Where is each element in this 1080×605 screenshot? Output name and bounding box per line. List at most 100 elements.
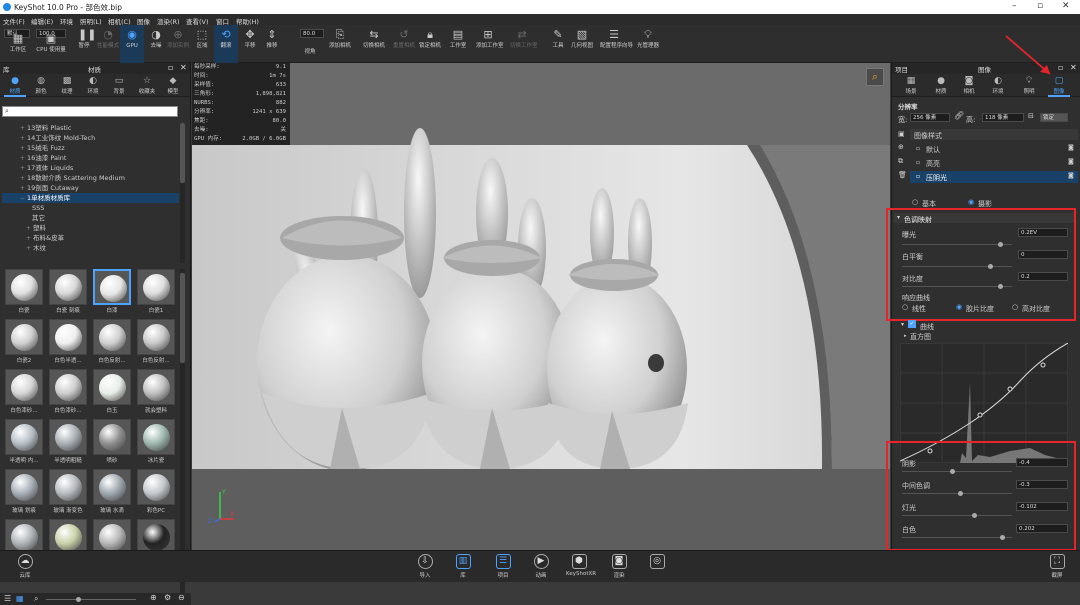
menu-image[interactable]: 图像	[137, 16, 150, 26]
material-thumbnail[interactable]: 白色反射...	[92, 319, 132, 365]
contrast-slider[interactable]	[902, 284, 1012, 289]
high-contrast-radio[interactable]: ○	[1012, 303, 1018, 311]
width-input[interactable]: 256 像素	[910, 113, 950, 122]
menu-camera[interactable]: 相机(C)	[108, 16, 131, 26]
style-item-highlight[interactable]: ▫ 高亮 ◙	[910, 157, 1078, 168]
pan-button[interactable]: ✥ 平移	[238, 25, 262, 63]
tree-item[interactable]: +17液体 Liquids	[2, 163, 179, 173]
basic-radio[interactable]: ○	[912, 198, 918, 206]
tab-material[interactable]: ● 材质	[930, 76, 952, 95]
tree-item[interactable]: +16油漆 Paint	[2, 153, 179, 163]
shadows-input[interactable]: -0.4	[1016, 458, 1068, 467]
dolly-button[interactable]: ⇕ 推移	[260, 25, 284, 63]
material-thumbnail[interactable]: 白色漆砂...	[4, 369, 44, 415]
material-thumbnail[interactable]: 白瓷2	[4, 319, 44, 365]
menu-environment[interactable]: 环境	[60, 16, 73, 26]
lock-button[interactable]: 锁定	[1040, 113, 1068, 122]
material-thumbnail[interactable]: 彩色PC	[136, 469, 176, 515]
tree-item[interactable]: +13塑料 Plastic	[2, 123, 179, 133]
close-icon[interactable]: ✕	[1062, 1, 1070, 11]
material-thumbnail[interactable]: 白玉	[92, 369, 132, 415]
material-thumbnail[interactable]: 白色漆砂...	[48, 369, 88, 415]
material-thumbnail[interactable]: 白瓷1	[136, 269, 176, 315]
render-viewport[interactable]: ⌕	[192, 63, 890, 469]
highlights-slider[interactable]	[902, 513, 1012, 518]
panel-close-icon[interactable]: ✕	[180, 63, 187, 72]
delete-style-icon[interactable]: 🗑︎	[898, 171, 907, 179]
photographic-radio[interactable]: ◉	[968, 198, 974, 206]
style-item-default[interactable]: ▫ 默认 ◙	[910, 143, 1078, 154]
gpu-button[interactable]: ◉ GPU	[120, 25, 144, 63]
tab-camera[interactable]: ◙ 相机	[958, 76, 980, 95]
switch-camera-button[interactable]: ⇆ 切换相机	[362, 25, 386, 63]
shadows-slider[interactable]	[902, 469, 1012, 474]
material-thumbnail[interactable]: 就会塑料	[136, 369, 176, 415]
maximize-icon[interactable]: ▫	[1037, 1, 1043, 11]
studio-button[interactable]: ▤ 工作室	[446, 25, 470, 63]
material-thumbnail[interactable]: 白瓷	[4, 269, 44, 315]
tumble-button[interactable]: ⟲ 翻滚	[214, 25, 238, 63]
tree-item[interactable]: + 塑料	[2, 223, 179, 233]
material-thumbnail[interactable]: 白色半透...	[48, 319, 88, 365]
geometry-view-button[interactable]: ▧ 几何视图	[570, 25, 594, 63]
list-view-icon[interactable]: ☰	[4, 594, 11, 603]
tone-mapping-header[interactable]: ▾ 色调映射	[894, 213, 1074, 224]
white-balance-input[interactable]: 0	[1018, 250, 1068, 259]
add-studio-button[interactable]: ⊞ 添加工作室	[476, 25, 504, 63]
height-input[interactable]: 118 像素	[982, 113, 1024, 122]
add-instance-button[interactable]: ⊕ 添加实例	[166, 25, 190, 63]
tree-item[interactable]: +15绒毛 Fuzz	[2, 143, 179, 153]
tools-button[interactable]: ✎ 工具	[546, 25, 570, 63]
material-search-input[interactable]: ⌕	[2, 106, 178, 117]
cloud-library-button[interactable]: ☁ 云库	[12, 554, 38, 579]
curve-checkbox[interactable]: ✓	[908, 320, 916, 328]
tree-scrollbar[interactable]	[180, 123, 185, 263]
lock-camera-button[interactable]: 🔒︎ 锁定相机	[418, 25, 442, 63]
style-item-selected[interactable]: ▫ 压阴光 ◙	[910, 171, 1078, 183]
tab-favorites[interactable]: ☆ 收藏夹	[134, 76, 160, 95]
material-thumbnail[interactable]: 冰片瓷	[136, 419, 176, 465]
material-thumbnail[interactable]: 玻璃 划痕	[4, 469, 44, 515]
menu-help[interactable]: 帮助(H)	[236, 16, 259, 26]
duplicate-style-icon[interactable]: ⧉	[898, 157, 903, 166]
midtones-input[interactable]: -0.3	[1016, 480, 1068, 489]
workspace-button[interactable]: ▦ 工作区	[6, 29, 30, 67]
menu-render[interactable]: 渲染(R)	[157, 16, 180, 26]
material-thumbnail[interactable]: 喷砂	[92, 419, 132, 465]
material-thumbnail[interactable]: 半透明 内...	[4, 419, 44, 465]
menu-file[interactable]: 文件(F)	[3, 16, 25, 26]
menu-edit[interactable]: 编辑(E)	[31, 16, 53, 26]
material-thumbnail[interactable]: 白色反射...	[136, 319, 176, 365]
minimize-icon[interactable]: –	[1012, 1, 1017, 11]
exposure-slider[interactable]	[902, 242, 1012, 247]
project-button[interactable]: ☰ 项目	[490, 554, 516, 579]
curve-header[interactable]: ▾ ✓ 曲线	[898, 320, 1074, 331]
whites-slider[interactable]	[902, 535, 1012, 540]
menu-view[interactable]: 查看(V)	[186, 16, 209, 26]
performance-mode-button[interactable]: ◔ 性能模式	[96, 25, 120, 63]
panel-close-icon[interactable]: ✕	[1070, 63, 1077, 72]
switch-studio-button[interactable]: ⇄ 切换工作室	[510, 25, 538, 63]
whites-input[interactable]: 0.202	[1016, 524, 1068, 533]
contrast-input[interactable]: 0.2	[1018, 272, 1068, 281]
reset-camera-button[interactable]: ↺ 重置相机	[392, 25, 416, 63]
tree-item[interactable]: 其它	[2, 213, 179, 223]
tab-materials[interactable]: ● 材质	[4, 76, 26, 97]
film-radio[interactable]: ◉	[956, 303, 962, 311]
tree-item[interactable]: +18散射介质 Scattering Medium	[2, 173, 179, 183]
render-button[interactable]: ◙ 渲染	[606, 554, 632, 579]
tab-backplates[interactable]: ▭ 背景	[108, 76, 130, 95]
tab-models[interactable]: ◆ 模型	[162, 76, 184, 95]
screenshot-button[interactable]: ⛶ 截屏	[1044, 554, 1070, 579]
menu-window[interactable]: 窗口	[216, 16, 229, 26]
thumbnail-size-slider[interactable]	[46, 597, 136, 602]
screenshot-camera-button[interactable]: ◎	[644, 554, 670, 571]
tab-environments[interactable]: ◐ 环境	[82, 76, 104, 95]
keyshotxr-button[interactable]: ⬢ KeyShotXR	[566, 554, 596, 577]
new-style-icon[interactable]: ⊕	[898, 143, 904, 151]
tab-colors[interactable]: ◍ 颜色	[30, 76, 52, 95]
linear-radio[interactable]: ○	[902, 303, 908, 311]
configurator-wizard-button[interactable]: ☰ 配置程序向导	[600, 25, 633, 63]
undock-icon[interactable]: ▫	[168, 63, 173, 72]
library-button[interactable]: ▥ 库	[450, 554, 476, 579]
